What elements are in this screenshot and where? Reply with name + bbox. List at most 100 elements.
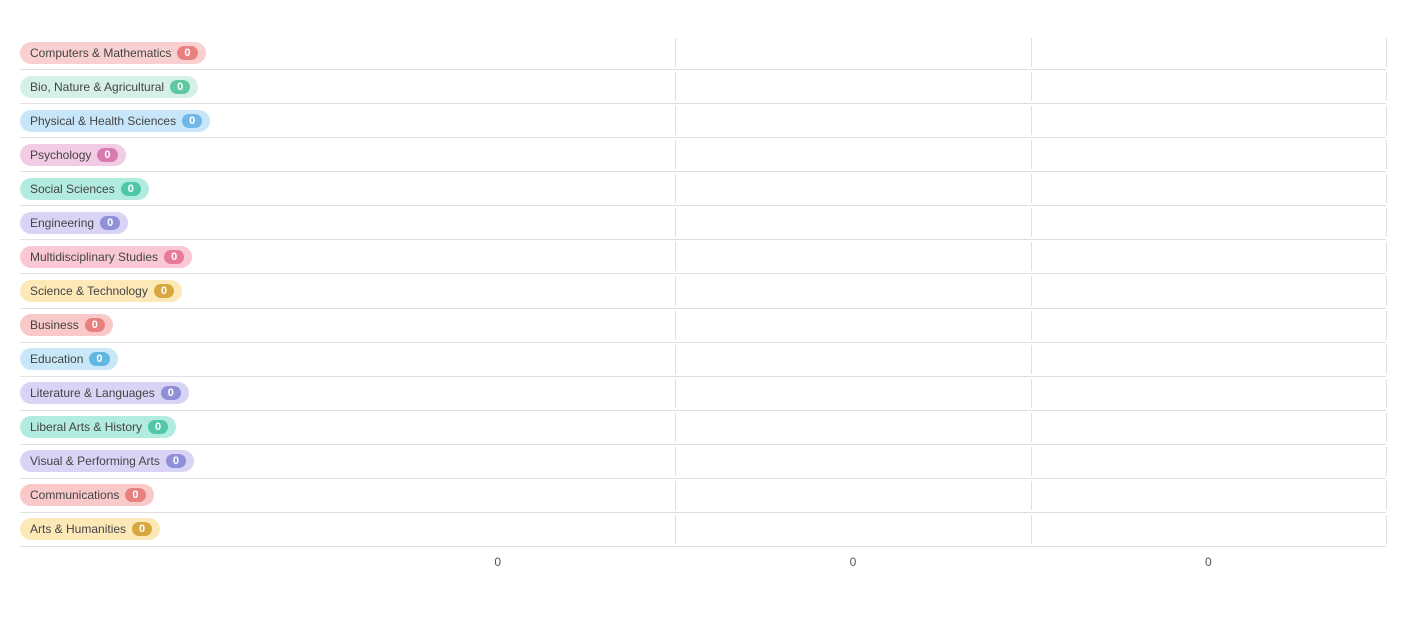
bar-label-area: Social Sciences0 (20, 178, 320, 200)
x-axis-labels: 000 (20, 547, 1386, 577)
grid-line (1386, 174, 1387, 203)
grid-line (1031, 379, 1032, 408)
bar-label-area: Business 0 (20, 314, 320, 336)
bar-track (320, 38, 1386, 67)
bar-track (320, 447, 1386, 476)
grid-line (1031, 413, 1032, 442)
bar-label: Visual & Performing Arts (30, 454, 160, 468)
grid-line (1386, 311, 1387, 340)
bar-row: Multidisciplinary Studies0 (20, 240, 1386, 274)
bar-value-badge: 0 (166, 454, 186, 468)
bar-track (320, 276, 1386, 305)
grid-line (1031, 174, 1032, 203)
grid-line (675, 345, 676, 374)
grid-line (1031, 481, 1032, 510)
bar-label: Communications (30, 488, 119, 502)
bar-label: Bio, Nature & Agricultural (30, 80, 164, 94)
bar-track (320, 208, 1386, 237)
bar-row: Visual & Performing Arts 0 (20, 445, 1386, 479)
bar-pill: Multidisciplinary Studies0 (20, 246, 192, 268)
bar-label-area: Multidisciplinary Studies0 (20, 246, 320, 268)
bar-label: Arts & Humanities (30, 522, 126, 536)
bar-pill: Liberal Arts & History0 (20, 416, 176, 438)
x-axis-label: 0 (1031, 555, 1386, 569)
bar-row: Social Sciences0 (20, 172, 1386, 206)
grid-line (675, 38, 676, 67)
bar-label-area: Visual & Performing Arts 0 (20, 450, 320, 472)
grid-line (675, 276, 676, 305)
grid-line (675, 515, 676, 544)
bar-value-badge: 0 (154, 284, 174, 298)
bar-row: Communications 0 (20, 479, 1386, 513)
grid-line (1031, 515, 1032, 544)
bar-track (320, 311, 1386, 340)
grid-line (1031, 276, 1032, 305)
grid-line (675, 311, 676, 340)
bar-value-badge: 0 (85, 318, 105, 332)
bar-row: Engineering 0 (20, 206, 1386, 240)
bar-row: Computers & Mathematics 0 (20, 36, 1386, 70)
bar-track (320, 242, 1386, 271)
bar-row: Science & Technology0 (20, 274, 1386, 308)
grid-line (675, 379, 676, 408)
grid-line (1031, 447, 1032, 476)
grid-line (675, 140, 676, 169)
bar-track (320, 140, 1386, 169)
bar-pill: Computers & Mathematics 0 (20, 42, 206, 64)
bar-value-badge: 0 (100, 216, 120, 230)
bar-label-area: Science & Technology0 (20, 280, 320, 302)
bar-pill: Psychology0 (20, 144, 126, 166)
bar-track (320, 481, 1386, 510)
bar-label: Engineering (30, 216, 94, 230)
bar-row: Education0 (20, 343, 1386, 377)
grid-line (675, 413, 676, 442)
grid-line (1386, 276, 1387, 305)
grid-line (1386, 481, 1387, 510)
bar-label: Computers & Mathematics (30, 46, 171, 60)
grid-line (1031, 242, 1032, 271)
bar-row: Business 0 (20, 309, 1386, 343)
bar-label-area: Education0 (20, 348, 320, 370)
grid-line (1386, 208, 1387, 237)
bar-label-area: Bio, Nature & Agricultural 0 (20, 76, 320, 98)
grid-line (1031, 208, 1032, 237)
bar-pill: Science & Technology0 (20, 280, 182, 302)
bar-track (320, 413, 1386, 442)
grid-line (1031, 106, 1032, 135)
bar-value-badge: 0 (170, 80, 190, 94)
bar-label-area: Arts & Humanities 0 (20, 518, 320, 540)
bar-track (320, 174, 1386, 203)
bar-label-area: Computers & Mathematics 0 (20, 42, 320, 64)
bar-track (320, 106, 1386, 135)
bar-label-area: Literature & Languages 0 (20, 382, 320, 404)
bar-pill: Bio, Nature & Agricultural 0 (20, 76, 198, 98)
bar-label: Literature & Languages (30, 386, 155, 400)
grid-line (675, 481, 676, 510)
bar-pill: Physical & Health Sciences0 (20, 110, 210, 132)
bar-value-badge: 0 (177, 46, 197, 60)
bar-value-badge: 0 (182, 114, 202, 128)
bar-label: Psychology (30, 148, 91, 162)
bar-label-area: Engineering 0 (20, 212, 320, 234)
grid-line (1031, 38, 1032, 67)
x-axis-label: 0 (320, 555, 675, 569)
bar-pill: Education0 (20, 348, 118, 370)
grid-line (675, 72, 676, 101)
bar-label: Business (30, 318, 79, 332)
bar-track (320, 72, 1386, 101)
grid-line (1386, 106, 1387, 135)
grid-line (1386, 38, 1387, 67)
bar-value-badge: 0 (125, 488, 145, 502)
bar-pill: Visual & Performing Arts 0 (20, 450, 194, 472)
bar-label-area: Liberal Arts & History0 (20, 416, 320, 438)
bar-value-badge: 0 (161, 386, 181, 400)
bar-value-badge: 0 (89, 352, 109, 366)
grid-line (1386, 447, 1387, 476)
bar-pill: Arts & Humanities 0 (20, 518, 160, 540)
bar-label-area: Communications 0 (20, 484, 320, 506)
grid-line (1386, 242, 1387, 271)
grid-line (1386, 345, 1387, 374)
bar-value-badge: 0 (132, 522, 152, 536)
grid-line (1386, 379, 1387, 408)
grid-line (1031, 311, 1032, 340)
